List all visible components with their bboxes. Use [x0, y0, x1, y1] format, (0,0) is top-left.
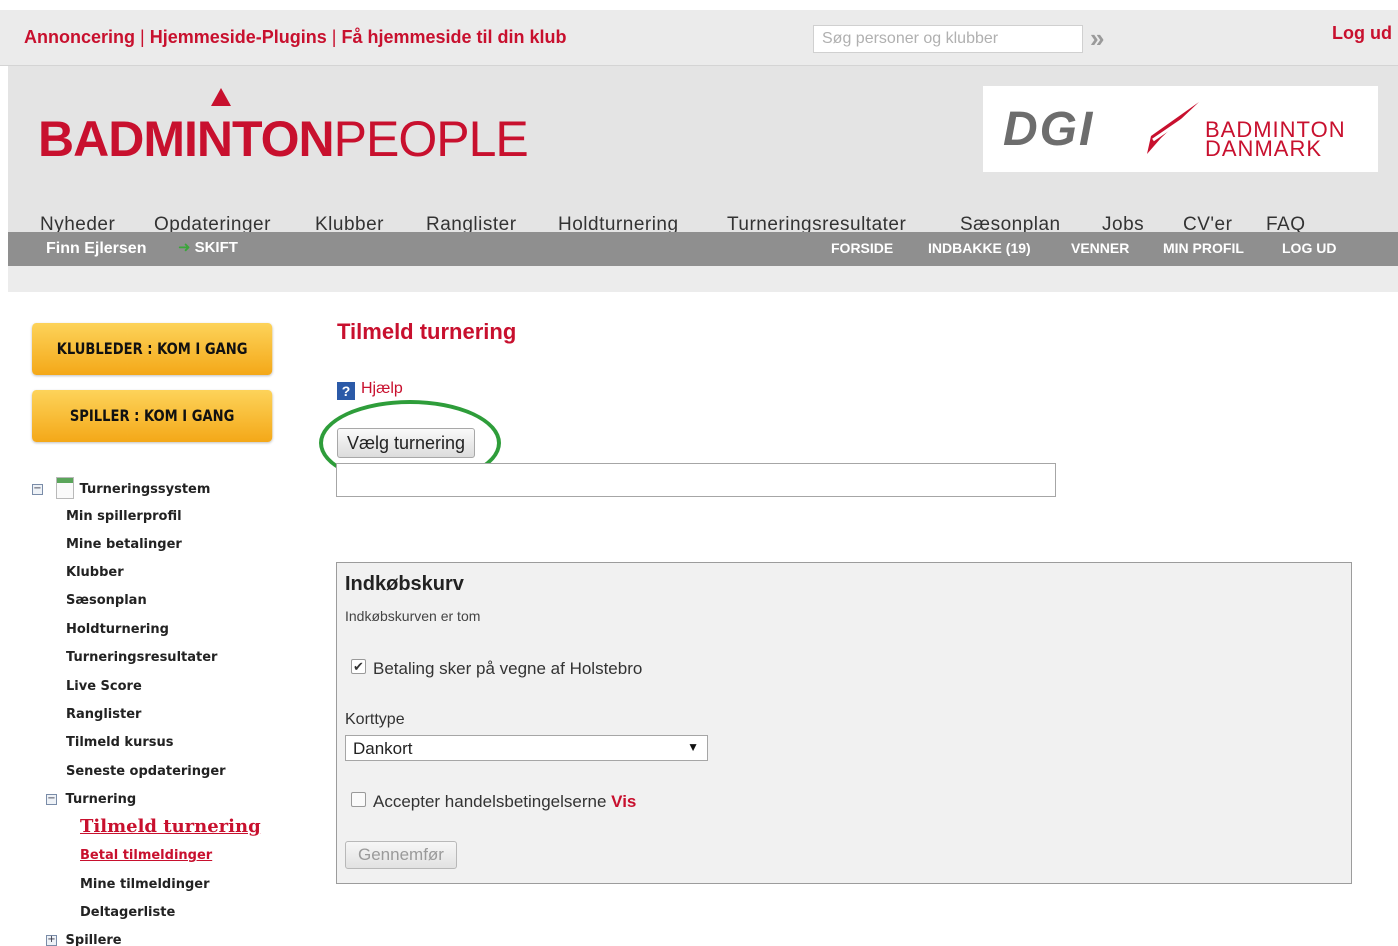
tree-row-spillere[interactable]: + Spillere [46, 933, 122, 946]
card-type-label: Korttype [345, 711, 405, 728]
tree-root-label: Turneringssystem [79, 482, 211, 497]
switch-label: SKIFT [194, 239, 238, 256]
cart-empty-text: Indkøbskurven er tom [345, 608, 481, 624]
help-link[interactable]: ? Hjælp [337, 380, 403, 400]
cart-title: Indkøbskurv [345, 573, 464, 595]
switch-user-button[interactable]: ➜ SKIFT [178, 238, 238, 256]
user-name[interactable]: Finn Ejlersen [46, 240, 146, 258]
calendar-icon [56, 477, 74, 499]
shopping-cart-panel: Indkøbskurv Indkøbskurven er tom ✔ Betal… [336, 562, 1352, 884]
help-label: Hjælp [361, 380, 403, 397]
tree-item-live-score[interactable]: Live Score [66, 679, 142, 694]
top-link-separator: | [331, 27, 337, 47]
brand-logo-bold: BADMINTON [38, 111, 335, 167]
selected-tournament-field [336, 463, 1056, 497]
tree-item-klubber[interactable]: Klubber [66, 565, 124, 580]
collapse-icon[interactable]: − [32, 484, 43, 495]
tree-item-betal-tilmeldinger[interactable]: Betal tilmeldinger [80, 848, 212, 863]
user-link-forside[interactable]: FORSIDE [831, 240, 893, 256]
user-link-log-ud[interactable]: LOG UD [1282, 240, 1336, 256]
help-icon: ? [337, 382, 355, 400]
badminton-danmark-logo[interactable]: BADMINTON DANMARK [1205, 119, 1346, 160]
spiller-get-started-button[interactable]: SPILLER : KOM I GANG [32, 390, 273, 442]
tree-item-deltagerliste[interactable]: Deltagerliste [80, 905, 175, 920]
tree-item-tilmeld-turnering[interactable]: Tilmeld turnering [80, 816, 261, 837]
shuttlecock-logo-icon [211, 88, 231, 106]
top-link-get-website[interactable]: Få hjemmeside til din klub [341, 27, 566, 47]
collapse-icon[interactable]: − [46, 794, 57, 805]
expand-icon[interactable]: + [46, 935, 57, 946]
badminton-danmark-feather-icon [1147, 102, 1199, 154]
tree-item-seneste-opdateringer[interactable]: Seneste opdateringer [66, 764, 226, 779]
tree-item-ranglister[interactable]: Ranglister [66, 707, 141, 722]
pay-on-behalf-label: Betaling sker på vegne af Holstebro [373, 659, 643, 678]
tree-item-tilmeld-kursus[interactable]: Tilmeld kursus [66, 735, 173, 750]
tree-item-saesonplan[interactable]: Sæsonplan [66, 593, 147, 608]
search-input[interactable] [813, 25, 1083, 53]
tree-item-mine-betalinger[interactable]: Mine betalinger [66, 537, 182, 552]
pay-on-behalf-checkbox[interactable]: ✔ [351, 659, 366, 674]
top-link-separator: | [140, 27, 145, 47]
page-title: Tilmeld turnering [337, 319, 517, 344]
top-link-annoncering[interactable]: Annoncering [24, 27, 135, 47]
top-links: Annoncering | Hjemmeside-Plugins | Få hj… [24, 27, 567, 48]
user-link-min-profil[interactable]: MIN PROFIL [1163, 240, 1244, 256]
sub-bar [8, 266, 1398, 292]
tree-row-turnering[interactable]: − Turnering [46, 792, 136, 807]
complete-purchase-button[interactable]: Gennemfør [345, 841, 457, 869]
top-bar: Annoncering | Hjemmeside-Plugins | Få hj… [0, 10, 1398, 66]
site-header: BADMINTONPEOPLE DGI BADMINTON DANMARK [8, 66, 1398, 200]
choose-tournament-button[interactable]: Vælg turnering [337, 428, 475, 458]
switch-arrow-icon: ➜ [178, 239, 191, 256]
user-link-indbakke[interactable]: INDBAKKE (19) [928, 240, 1031, 256]
brand-logo[interactable]: BADMINTONPEOPLE [38, 110, 529, 168]
card-type-value: Dankort [353, 739, 413, 758]
dgi-logo[interactable]: DGI [1003, 102, 1094, 157]
klubleder-get-started-button[interactable]: KLUBLEDER : KOM I GANG [32, 323, 273, 375]
tree-turnering-label: Turnering [65, 792, 137, 807]
user-link-venner[interactable]: VENNER [1071, 240, 1129, 256]
brand-logo-light: PEOPLE [333, 111, 529, 167]
tree-spillere-label: Spillere [65, 933, 122, 946]
partner-logos: DGI BADMINTON DANMARK [983, 86, 1378, 172]
main-nav: Nyheder Opdateringer Klubber Ranglister … [8, 200, 1398, 235]
top-link-plugins[interactable]: Hjemmeside-Plugins [150, 27, 327, 47]
view-terms-link[interactable]: Vis [611, 792, 636, 811]
user-bar: Finn Ejlersen ➜ SKIFT FORSIDE INDBAKKE (1… [8, 232, 1398, 266]
accept-terms-label: Accepter handelsbetingelserne Vis [373, 792, 636, 812]
tree-item-turneringsresultater[interactable]: Turneringsresultater [66, 650, 217, 665]
tree-row-root[interactable]: − Turneringssystem [32, 477, 211, 499]
accept-terms-checkbox[interactable] [351, 792, 366, 807]
dropdown-arrow-icon: ▼ [687, 740, 699, 754]
accept-terms-text: Accepter handelsbetingelserne [373, 792, 607, 811]
tree-item-holdturnering[interactable]: Holdturnering [66, 622, 169, 637]
card-type-select[interactable]: Dankort ▼ [345, 735, 708, 761]
tree-item-min-spillerprofil[interactable]: Min spillerprofil [66, 509, 182, 524]
search-go-icon[interactable]: » [1090, 24, 1116, 52]
top-logout-link[interactable]: Log ud [1332, 23, 1392, 44]
tree-item-mine-tilmeldinger[interactable]: Mine tilmeldinger [80, 877, 210, 892]
